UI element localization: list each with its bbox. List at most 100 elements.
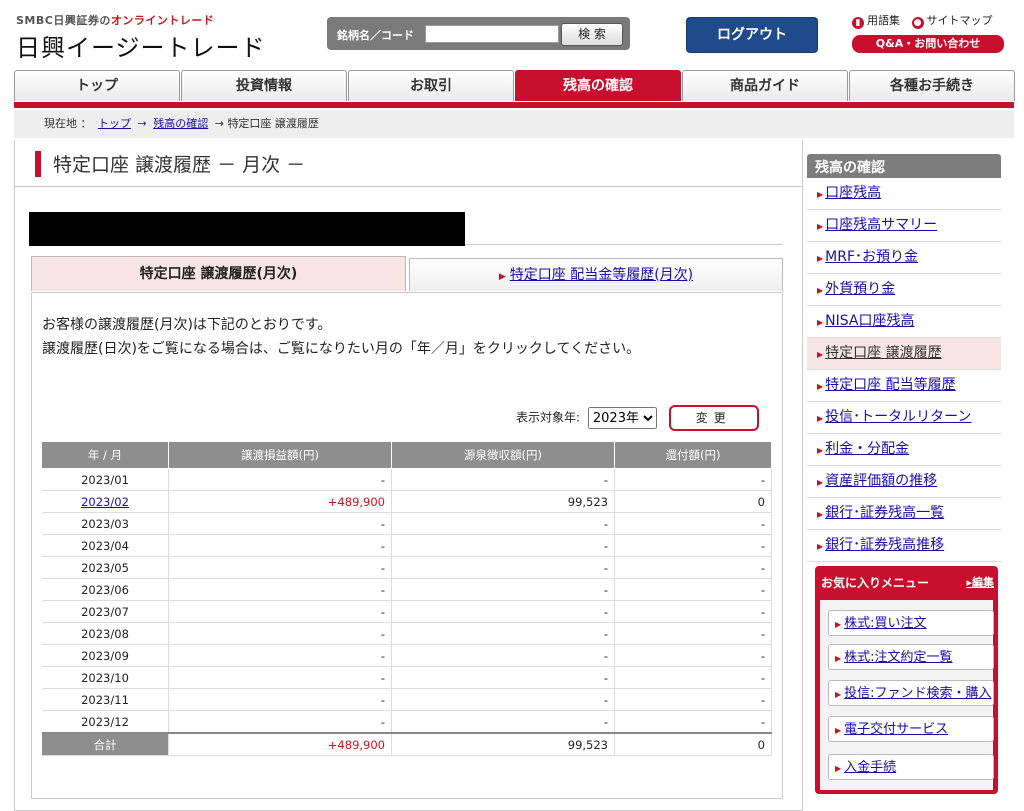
table-row: 2023/02 +489,900 99,523 0	[42, 490, 772, 513]
nav-tab-product-guide[interactable]: 商品ガイド	[682, 70, 848, 101]
gain-cell: -	[168, 468, 392, 491]
fav-item-stock-buy[interactable]: ▶ 株式:買い注文	[828, 610, 994, 636]
sidebar-item-nisa[interactable]: ▶ NISA口座残高	[807, 306, 1001, 338]
title-marker	[35, 151, 41, 177]
col-gain: 譲渡損益額(円)	[168, 441, 392, 469]
sidebar-link[interactable]: 口座残高サマリー	[825, 217, 937, 233]
table-row: 2023/11- - -	[42, 688, 772, 711]
change-button[interactable]: 変更	[668, 405, 759, 431]
nav-tab-procedures[interactable]: 各種お手続き	[849, 70, 1015, 101]
stock-search: 銘柄名／コード 検 索	[327, 17, 630, 50]
sidebar-item-mrf[interactable]: ▶ MRF･お預り金	[807, 242, 1001, 274]
breadcrumb-balance[interactable]: 残高の確認	[153, 117, 208, 130]
gain-cell: -	[168, 512, 392, 535]
total-gain: +489,900	[168, 732, 392, 756]
total-refund: 0	[614, 732, 772, 756]
gain-cell: -	[168, 600, 392, 623]
sidebar-link[interactable]: MRF･お預り金	[825, 249, 918, 265]
sidebar-link[interactable]: 特定口座 配当等履歴	[825, 377, 955, 393]
arrow-right-icon: ▶	[817, 350, 824, 359]
arrow-right-icon: ▶	[817, 510, 824, 519]
sidebar-link[interactable]: NISA口座残高	[825, 313, 914, 329]
breadcrumb-arrow: →	[214, 117, 224, 130]
month-cell: 2023/04	[42, 534, 169, 557]
sidebar-link[interactable]: 特定口座 譲渡履歴	[825, 345, 941, 361]
sidebar-item-total-return[interactable]: ▶ 投信･トータルリターン	[807, 402, 1001, 434]
nav-tab-trading[interactable]: お取引	[348, 70, 514, 101]
month-cell: 2023/11	[42, 688, 169, 711]
search-input[interactable]	[425, 25, 559, 43]
fav-item-deposit[interactable]: ▶ 入金手続	[828, 754, 994, 780]
table-row: 2023/09- - -	[42, 644, 772, 667]
breadcrumb-label: 現在地 ：	[44, 117, 92, 130]
main-content: 特定口座 譲渡履歴 － 月次 － 特定口座 譲渡履歴(月次) ▶ 特定口座 配当金…	[14, 140, 803, 811]
year-label: 表示対象年:	[516, 410, 581, 425]
tax-cell: -	[391, 666, 615, 689]
tax-cell: -	[391, 468, 615, 491]
fav-link[interactable]: 株式:注文約定一覧	[844, 650, 952, 665]
fav-link[interactable]: 株式:買い注文	[844, 616, 926, 631]
logout-button[interactable]: ログアウト	[686, 17, 818, 53]
edit-label: 編集	[972, 576, 994, 589]
sidebar-item-dividend-history[interactable]: ▶ 特定口座 配当等履歴	[807, 370, 1001, 402]
tab-dividend-history[interactable]: ▶ 特定口座 配当金等履歴(月次)	[409, 258, 783, 291]
arrow-right-icon: ▶	[817, 478, 824, 487]
sidebar-link[interactable]: 利金・分配金	[825, 441, 909, 457]
month-link[interactable]: 2023/02	[81, 495, 129, 509]
tax-cell: -	[391, 534, 615, 557]
arrow-right-icon: ▶	[817, 318, 824, 327]
arrow-right-icon: ▶	[817, 190, 824, 199]
sidebar-link[interactable]: 資産評価額の推移	[825, 473, 937, 489]
total-tax: 99,523	[391, 732, 615, 756]
sidebar-item-account-balance[interactable]: ▶ 口座残高	[807, 178, 1001, 210]
sidebar-item-bank-list[interactable]: ▶ 銀行･証券残高一覧	[807, 498, 1001, 530]
page-title-text: 特定口座 譲渡履歴 － 月次 －	[53, 154, 306, 176]
sidebar-link[interactable]: 銀行･証券残高一覧	[825, 505, 944, 521]
arrow-right-icon: ▶	[817, 446, 824, 455]
gain-cell: -	[168, 622, 392, 645]
refund-cell: -	[614, 512, 772, 535]
sidebar-item-transfer-history[interactable]: ▶ 特定口座 譲渡履歴	[807, 338, 1001, 370]
sidebar-link[interactable]: 銀行･証券残高推移	[825, 537, 944, 553]
sidebar-link[interactable]: 投信･トータルリターン	[825, 409, 971, 425]
search-button[interactable]: 検 索	[561, 23, 623, 46]
sidebar-item-asset-trend[interactable]: ▶ 資産評価額の推移	[807, 466, 1001, 498]
sidebar-item-foreign-deposit[interactable]: ▶ 外貨預り金	[807, 274, 1001, 306]
refund-cell: 0	[614, 490, 772, 513]
person-icon: ●	[911, 17, 924, 29]
arrow-right-icon: ▶	[835, 764, 842, 773]
redacted-account-info	[29, 212, 465, 246]
sidebar-link[interactable]: 外貨預り金	[825, 281, 895, 297]
favorites-edit-link[interactable]: ▸編集	[966, 566, 994, 600]
nav-tab-top[interactable]: トップ	[14, 70, 180, 101]
breadcrumb-top[interactable]: トップ	[98, 117, 131, 130]
fav-link[interactable]: 電子交付サービス	[844, 722, 948, 737]
fav-item-order-list[interactable]: ▶ 株式:注文約定一覧	[828, 644, 994, 670]
qa-contact-button[interactable]: Q&A・お問い合わせ	[852, 35, 1004, 53]
sitemap-link[interactable]: ● サイトマップ	[911, 14, 993, 29]
col-month: 年 / 月	[42, 441, 169, 469]
fav-link[interactable]: 入金手続	[844, 760, 896, 775]
dividend-history-link[interactable]: 特定口座 配当金等履歴(月次)	[510, 267, 693, 283]
sidebar-link[interactable]: 口座残高	[825, 185, 881, 201]
year-select[interactable]: 2023年	[587, 407, 657, 429]
table-row: 2023/07- - -	[42, 600, 772, 623]
nav-tab-investment-info[interactable]: 投資情報	[181, 70, 347, 101]
nav-tab-balance[interactable]: 残高の確認	[515, 70, 681, 101]
tab-transfer-history[interactable]: 特定口座 譲渡履歴(月次)	[31, 256, 406, 291]
fav-link[interactable]: 投信:ファンド検索・購入	[844, 686, 991, 701]
site-logo[interactable]: 日興イージートレード	[16, 28, 266, 63]
transfer-history-table: 年 / 月 譲渡損益額(円) 源泉徴収額(円) 還付額(円) 2023/01- -…	[42, 441, 772, 756]
table-row: 2023/08- - -	[42, 622, 772, 645]
month-cell: 2023/01	[42, 468, 169, 491]
sidebar-item-balance-summary[interactable]: ▶ 口座残高サマリー	[807, 210, 1001, 242]
sidebar-item-bank-trend[interactable]: ▶ 銀行･証券残高推移	[807, 530, 1001, 562]
sidebar-item-interest[interactable]: ▶ 利金・分配金	[807, 434, 1001, 466]
fav-item-e-delivery[interactable]: ▶ 電子交付サービス	[828, 716, 994, 742]
glossary-link[interactable]: ▮ 用語集	[852, 14, 900, 29]
global-nav: トップ 投資情報 お取引 残高の確認 商品ガイド 各種お手続き	[14, 68, 1015, 104]
arrow-right-icon: ▶	[817, 542, 824, 551]
fav-item-fund-search[interactable]: ▶ 投信:ファンド検索・購入	[828, 680, 994, 706]
tax-cell: -	[391, 622, 615, 645]
breadcrumb: 現在地 ： トップ → 残高の確認 → 特定口座 譲渡履歴	[14, 110, 1014, 138]
